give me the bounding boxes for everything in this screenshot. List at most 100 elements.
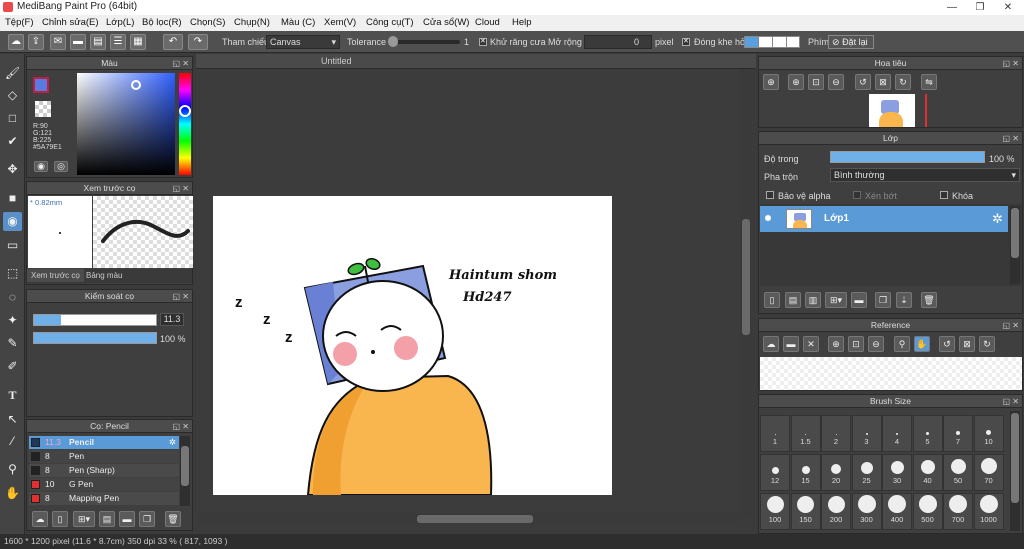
menu-tools[interactable]: Công cụ(T) [366,17,414,28]
tolerance-slider[interactable] [388,40,460,44]
select-eraser-tool-icon[interactable]: ✐ [3,357,22,376]
brush-size-option[interactable]: 1000 [973,493,1004,530]
brush-document-icon[interactable]: ▤ [99,511,115,527]
reference-eyedropper-icon[interactable]: ⚲ [894,336,910,352]
zoom-actual-icon[interactable]: ⊡ [808,74,824,90]
fit-window-icon[interactable]: ⊠ [875,74,891,90]
tab-palette[interactable]: Bảng màu [82,269,126,282]
hue-slider-handle[interactable] [179,105,191,117]
zoom-out-icon[interactable]: ⊖ [828,74,844,90]
add-color-icon[interactable]: ◉ [34,161,48,172]
divide-tool-icon[interactable]: ⁄ [3,432,22,451]
layer-visibility-icon[interactable] [765,215,771,221]
navigator-thumbnail[interactable] [869,94,915,127]
menu-file[interactable]: Tệp(F) [5,17,34,28]
brush-size-option[interactable]: 7 [943,415,973,452]
list-icon[interactable]: ☰ [110,34,126,50]
rotate-right-icon[interactable]: ↻ [895,74,911,90]
lasso-tool-icon[interactable]: ◌ [3,288,22,307]
gap-level-selector[interactable] [744,36,800,48]
menu-filter[interactable]: Bộ lọc(R) [142,17,182,28]
comment-icon[interactable]: ▬ [70,34,86,50]
expand-input[interactable]: 0 [584,35,652,49]
foreground-color-swatch[interactable] [33,77,49,93]
palette-icon[interactable]: ◎ [54,161,68,172]
brush-size-option[interactable]: 5 [912,415,943,452]
panel-menu-icon[interactable]: ◱ ✕ [1003,319,1019,332]
new-8bit-layer-icon[interactable]: ▥ [805,292,821,308]
bucket-tool-icon[interactable]: ◉ [3,212,22,231]
reference-rotate-right-icon[interactable]: ↻ [979,336,995,352]
reference-fit-window-icon[interactable]: ⊠ [959,336,975,352]
layer-folder-icon[interactable]: ▬ [851,292,867,308]
panel-menu-icon[interactable]: ◱ ✕ [1003,395,1019,408]
brush-size-option[interactable]: 12 [760,454,790,491]
reference-open-icon[interactable]: ▬ [783,336,799,352]
duplicate-layer-icon[interactable]: ❐ [875,292,891,308]
panel-menu-icon[interactable]: ◱ ✕ [173,420,189,433]
new-layer-icon[interactable]: ▯ [764,292,780,308]
add-layer-menu-icon[interactable]: ⊞▾ [825,292,847,308]
reference-fit-icon[interactable]: ⊡ [848,336,864,352]
brush-size-option[interactable]: 20 [821,454,851,491]
menu-view[interactable]: Xem(V) [324,17,356,28]
canvas-vertical-scrollbar[interactable] [740,69,752,517]
brush-opacity-slider[interactable] [33,332,157,344]
brush-size-option[interactable]: 500 [912,493,943,530]
menu-window[interactable]: Cửa sổ(W) [423,17,469,28]
menu-layer[interactable]: Lớp(L) [106,17,134,28]
rectangle-tool-icon[interactable]: □ [3,109,22,128]
brush-size-option[interactable]: 50 [943,454,973,491]
reference-cloud-icon[interactable]: ☁ [763,336,779,352]
brush-list-item[interactable]: 8 Pen (Sharp) [29,464,179,477]
gradient-tool-icon[interactable]: ▭ [3,236,22,255]
reference-zoom-out-icon[interactable]: ⊖ [868,336,884,352]
brush-size-option[interactable]: 300 [851,493,882,530]
menu-cloud[interactable]: Cloud [475,17,500,28]
brush-list-item[interactable]: 11.3 Pencil ✲ [29,436,179,449]
brush-size-option[interactable]: 200 [821,493,851,530]
delete-layer-icon[interactable]: 🗑 [921,292,937,308]
hand-tool-icon[interactable]: ✋ [3,484,22,503]
minimize-button[interactable]: — [938,0,966,15]
background-color-swatch[interactable] [35,101,51,117]
magic-wand-tool-icon[interactable]: ✦ [3,311,22,330]
panel-menu-icon[interactable]: ◱ ✕ [173,182,189,195]
add-brush-icon[interactable]: ⊞▾ [73,511,95,527]
brush-settings-icon[interactable]: ✲ [169,436,176,449]
zoom-fit-icon[interactable]: ⊕ [763,74,779,90]
layer-blend-dropdown[interactable]: Bình thường ▾ [830,168,1020,182]
fill-rect-tool-icon[interactable]: ■ [3,189,22,208]
panel-menu-icon[interactable]: ◱ ✕ [1003,57,1019,70]
menu-color[interactable]: Màu (C) [281,17,315,28]
chat-icon[interactable]: ✉ [50,34,66,50]
drawing-canvas[interactable]: Haintum shom Hd247 z z z [213,196,612,495]
brush-size-option[interactable]: 100 [760,493,790,530]
brush-size-option[interactable]: 1.5 [790,415,821,452]
merge-layer-icon[interactable]: ⇣ [896,292,912,308]
duplicate-brush-icon[interactable]: ❐ [139,511,155,527]
grid-icon[interactable]: ▦ [130,34,146,50]
layer-opacity-slider[interactable] [830,151,985,163]
color-picker-cursor[interactable] [131,80,141,90]
brush-size-option[interactable]: 40 [912,454,943,491]
brush-size-option[interactable]: 700 [943,493,973,530]
tab-brush-preview[interactable]: Xem trước cọ [27,269,84,282]
reference-image-area[interactable] [760,357,1022,390]
move-tool-icon[interactable]: ✥ [3,160,22,179]
brush-size-slider[interactable] [33,314,157,326]
reference-close-icon[interactable]: ✕ [803,336,819,352]
redo-icon[interactable]: ↷ [188,34,208,50]
brush-size-scrollbar[interactable] [1010,411,1020,531]
protect-alpha-checkbox[interactable] [766,191,774,199]
close-button[interactable]: ✕ [994,0,1022,15]
tolerance-handle[interactable] [388,36,398,47]
menu-edit[interactable]: Chỉnh sửa(E) [42,17,99,28]
panel-menu-icon[interactable]: ◱ ✕ [1003,132,1019,145]
brush-tool-icon[interactable]: 🖌 [3,64,22,83]
brush-folder-icon[interactable]: ▬ [119,511,135,527]
canvas-horizontal-scrollbar[interactable] [197,513,740,523]
cloud-brush-icon[interactable]: ☁ [32,511,48,527]
menu-help[interactable]: Help [512,17,532,28]
undo-icon[interactable]: ↶ [163,34,183,50]
